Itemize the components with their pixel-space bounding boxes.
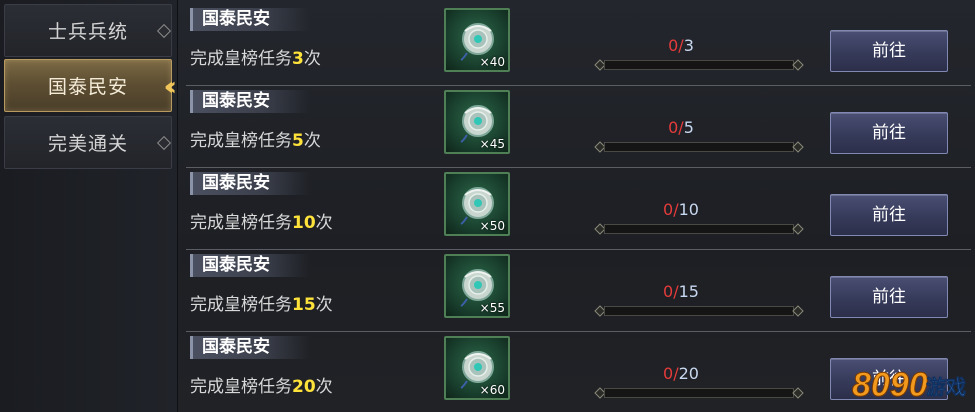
progress-current: 0 (668, 36, 679, 55)
desc-prefix: 完成皇榜任务 (190, 213, 292, 233)
go-button[interactable]: 前往 (830, 30, 948, 72)
desc-suffix: 次 (303, 49, 321, 69)
progress-total: 5 (683, 118, 694, 137)
progress-bar (594, 304, 804, 318)
quest-row: 国泰民安 完成皇榜任务10次 ×50 0/10 前往 (186, 168, 971, 250)
reward-item-slot[interactable]: ×50 (444, 172, 510, 236)
double-chevron-left-icon: ‹‹ (163, 72, 178, 102)
quest-description: 完成皇榜任务5次 (190, 126, 321, 151)
desc-suffix: 次 (303, 131, 321, 151)
quest-row: 国泰民安 完成皇榜任务5次 ×45 0/5 前往 (186, 86, 971, 168)
progress-current: 0 (663, 282, 674, 301)
watermark-logo: 8090 游戏 (852, 366, 967, 405)
quest-description: 完成皇榜任务3次 (190, 44, 321, 69)
progress-text: 0/5 (668, 118, 694, 137)
reward-quantity: ×50 (479, 219, 505, 233)
watermark-number: 8090 (852, 366, 928, 404)
progress-bar (594, 140, 804, 154)
bar-cap-right-icon (792, 141, 804, 153)
quest-description: 完成皇榜任务15次 (190, 290, 333, 315)
tab-perfect-clear[interactable]: 完美通关 (4, 116, 172, 169)
progress-total: 10 (678, 200, 699, 219)
quest-list: 国泰民安 完成皇榜任务3次 ×40 0/3 前往 国泰民安 完成皇榜任务5次 ×… (186, 4, 975, 412)
progress-bar (594, 222, 804, 236)
quest-title: 国泰民安 (190, 336, 310, 359)
watermark-suffix: 游戏 (926, 375, 966, 399)
quest-title: 国泰民安 (190, 254, 310, 277)
desc-suffix: 次 (315, 213, 333, 233)
required-count: 3 (292, 49, 304, 69)
reward-quantity: ×60 (479, 383, 505, 397)
progress-track (604, 388, 794, 398)
desc-prefix: 完成皇榜任务 (190, 377, 292, 397)
tab-label: 完美通关 (47, 133, 128, 155)
tab-guotaiminan[interactable]: 国泰民安 ‹‹ (4, 59, 178, 112)
reward-quantity: ×55 (479, 301, 505, 315)
progress-current: 0 (663, 200, 674, 219)
go-button[interactable]: 前往 (830, 276, 948, 318)
reward-quantity: ×45 (479, 137, 505, 151)
progress-track (604, 60, 794, 70)
progress-total: 15 (678, 282, 699, 301)
reward-item-slot[interactable]: ×45 (444, 90, 510, 154)
quest-description: 完成皇榜任务10次 (190, 208, 333, 233)
bar-cap-right-icon (792, 387, 804, 399)
tab-label: 士兵兵统 (47, 21, 128, 43)
progress-current: 0 (668, 118, 679, 137)
reward-item-slot[interactable]: ×40 (444, 8, 510, 72)
desc-suffix: 次 (315, 377, 333, 397)
bar-cap-right-icon (792, 59, 804, 71)
go-button[interactable]: 前往 (830, 112, 948, 154)
quest-title: 国泰民安 (190, 8, 310, 31)
quest-description: 完成皇榜任务20次 (190, 372, 333, 397)
progress-track (604, 142, 794, 152)
progress-total: 20 (678, 364, 699, 383)
desc-suffix: 次 (315, 295, 333, 315)
reward-item-slot[interactable]: ×55 (444, 254, 510, 318)
quest-title: 国泰民安 (190, 172, 310, 195)
reward-quantity: ×40 (479, 55, 505, 69)
required-count: 10 (292, 213, 316, 233)
required-count: 20 (292, 377, 316, 397)
go-button[interactable]: 前往 (830, 194, 948, 236)
required-count: 5 (292, 131, 304, 151)
progress-bar (594, 386, 804, 400)
quest-panel: 士兵兵统 国泰民安 ‹‹ 完美通关 国泰民安 完成皇榜任务3次 ×40 0/3 … (0, 0, 975, 412)
progress-total: 3 (683, 36, 694, 55)
desc-prefix: 完成皇榜任务 (190, 49, 292, 69)
progress-track (604, 306, 794, 316)
progress-text: 0/3 (668, 36, 694, 55)
progress-text: 0/20 (663, 364, 699, 383)
reward-item-slot[interactable]: ×60 (444, 336, 510, 400)
desc-prefix: 完成皇榜任务 (190, 131, 292, 151)
desc-prefix: 完成皇榜任务 (190, 295, 292, 315)
diamond-icon (156, 23, 172, 39)
quest-title: 国泰民安 (190, 90, 310, 113)
progress-bar (594, 58, 804, 72)
tab-label: 国泰民安 (47, 76, 128, 98)
required-count: 15 (292, 295, 316, 315)
category-sidebar: 士兵兵统 国泰民安 ‹‹ 完美通关 (0, 0, 178, 412)
progress-track (604, 224, 794, 234)
progress-text: 0/15 (663, 282, 699, 301)
bar-cap-right-icon (792, 223, 804, 235)
diamond-icon (156, 135, 172, 151)
progress-current: 0 (663, 364, 674, 383)
quest-row: 国泰民安 完成皇榜任务15次 ×55 0/15 前往 (186, 250, 971, 332)
bar-cap-right-icon (792, 305, 804, 317)
quest-row: 国泰民安 完成皇榜任务3次 ×40 0/3 前往 (186, 4, 971, 86)
progress-text: 0/10 (663, 200, 699, 219)
tab-soldier[interactable]: 士兵兵统 (4, 4, 172, 57)
